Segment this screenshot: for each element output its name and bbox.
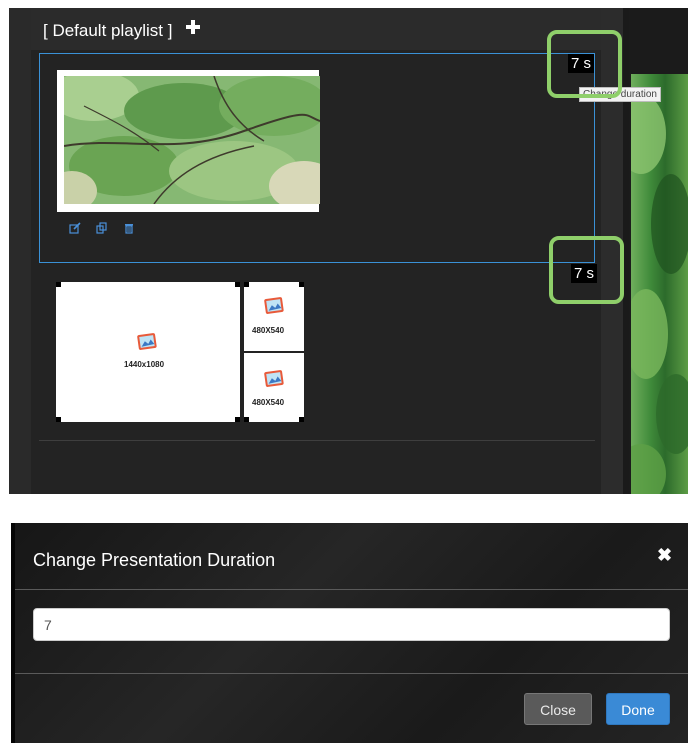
modal-header-divider xyxy=(15,589,688,590)
close-icon[interactable]: ✖ xyxy=(657,545,672,566)
layout-zone-label: 1440x1080 xyxy=(124,360,165,369)
left-strip xyxy=(9,8,31,494)
layout-zone-main[interactable]: 1440x1080 xyxy=(56,282,240,422)
done-button[interactable]: Done xyxy=(606,693,670,725)
edit-icon[interactable] xyxy=(69,222,81,234)
layout-zone-top-right[interactable]: 480X540 xyxy=(244,282,304,351)
playlist-editor: [ Default playlist ] 7 s Change duration… xyxy=(9,8,688,494)
image-icon xyxy=(137,333,157,350)
change-duration-modal: Change Presentation Duration ✖ Close Don… xyxy=(11,523,688,743)
preview-image xyxy=(631,74,688,494)
playlist-divider xyxy=(39,440,595,441)
modal-left-edge xyxy=(11,523,15,743)
image-icon xyxy=(264,370,284,387)
highlight-box-duration xyxy=(547,30,622,98)
playlist-title: [ Default playlist ] xyxy=(43,21,173,40)
layout-zone-label: 480X540 xyxy=(252,326,285,335)
copy-icon[interactable] xyxy=(96,222,108,234)
layout-zone-label: 480X540 xyxy=(252,398,285,407)
slide-thumbnail[interactable] xyxy=(64,76,320,204)
modal-footer-divider xyxy=(15,673,688,674)
layout-zone-bottom-right[interactable]: 480X540 xyxy=(244,353,304,422)
modal-title: Change Presentation Duration xyxy=(33,550,276,570)
next-slide-duration[interactable]: 7 s xyxy=(571,264,598,283)
trash-icon[interactable] xyxy=(123,222,135,234)
close-button[interactable]: Close xyxy=(524,693,592,725)
plus-icon[interactable] xyxy=(185,19,201,35)
image-icon xyxy=(264,297,284,314)
duration-input[interactable] xyxy=(33,608,670,641)
